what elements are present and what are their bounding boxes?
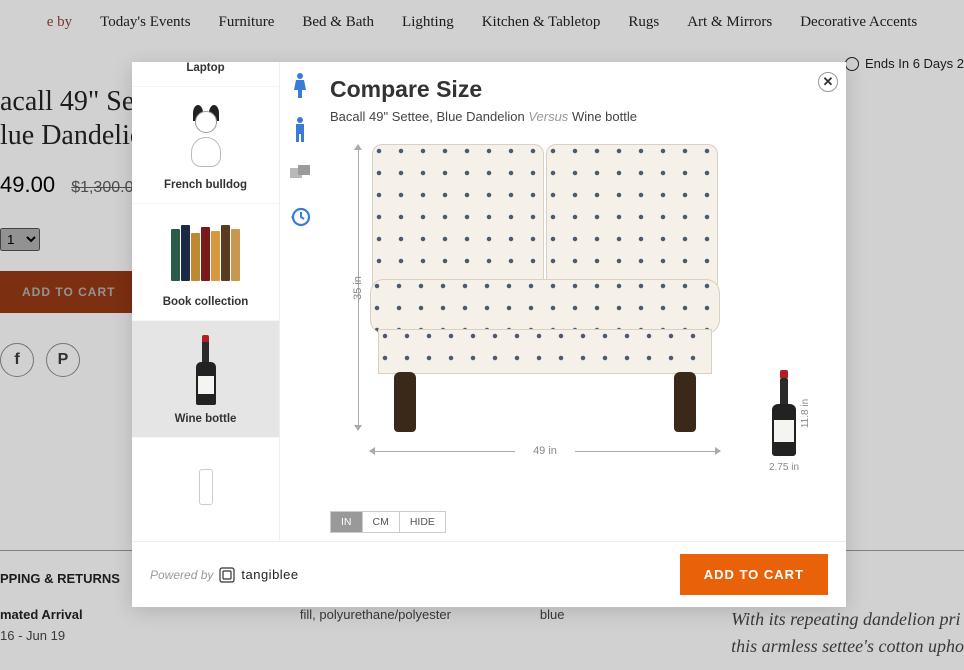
settee-graphic <box>370 144 720 434</box>
tool-column <box>280 62 320 541</box>
female-silhouette-icon[interactable] <box>287 72 313 98</box>
french-bulldog-icon <box>140 97 271 175</box>
compare-item-french-bulldog[interactable]: French bulldog <box>132 87 279 204</box>
close-icon: ✕ <box>823 74 834 90</box>
settee-width-dimension: 49 in <box>370 445 720 457</box>
bottle-height-dimension: 11.8 in <box>791 373 820 453</box>
unit-toggle: IN CM HIDE <box>330 511 446 533</box>
tangiblee-logo-icon <box>219 567 235 583</box>
compare-item-label: Laptop <box>140 62 271 74</box>
compare-item-wine-bottle[interactable]: Wine bottle <box>132 321 279 438</box>
unit-hide-button[interactable]: HIDE <box>400 512 445 532</box>
bottle-width-dimension: 2.75 in <box>760 462 808 473</box>
unit-cm-button[interactable]: CM <box>363 512 400 532</box>
compare-item-laptop[interactable]: Laptop <box>132 62 279 87</box>
modal-main: ✕ Compare Size Bacall 49" Settee, Blue D… <box>320 62 846 541</box>
male-silhouette-icon[interactable] <box>287 116 313 142</box>
unit-in-button[interactable]: IN <box>331 512 363 532</box>
powered-by: Powered by tangiblee <box>150 567 299 583</box>
compare-item-label: French bulldog <box>140 179 271 191</box>
compare-item-label: Wine bottle <box>140 413 271 425</box>
close-button[interactable]: ✕ <box>818 72 838 92</box>
size-visualization: 35 in 49 in <box>330 140 828 501</box>
compare-item-next[interactable] <box>132 438 279 541</box>
settee-height-dimension: 35 in <box>346 145 370 430</box>
history-icon[interactable] <box>287 204 313 230</box>
modal-footer: Powered by tangiblee ADD TO CART <box>132 541 846 607</box>
modal-title: Compare Size <box>330 76 828 103</box>
compare-item-list: Laptop French bulldog Book collection Wi… <box>132 62 280 541</box>
wine-bottle-icon <box>140 331 271 409</box>
room-view-icon[interactable] <box>287 160 313 186</box>
modal-subtitle: Bacall 49" Settee, Blue Dandelion Versus… <box>330 109 828 124</box>
compare-item-book-collection[interactable]: Book collection <box>132 204 279 321</box>
modal-add-to-cart-button[interactable]: ADD TO CART <box>680 554 828 595</box>
compare-size-modal: Laptop French bulldog Book collection Wi… <box>132 62 846 607</box>
books-icon <box>140 214 271 292</box>
glass-icon <box>140 448 271 526</box>
compare-item-label: Book collection <box>140 296 271 308</box>
